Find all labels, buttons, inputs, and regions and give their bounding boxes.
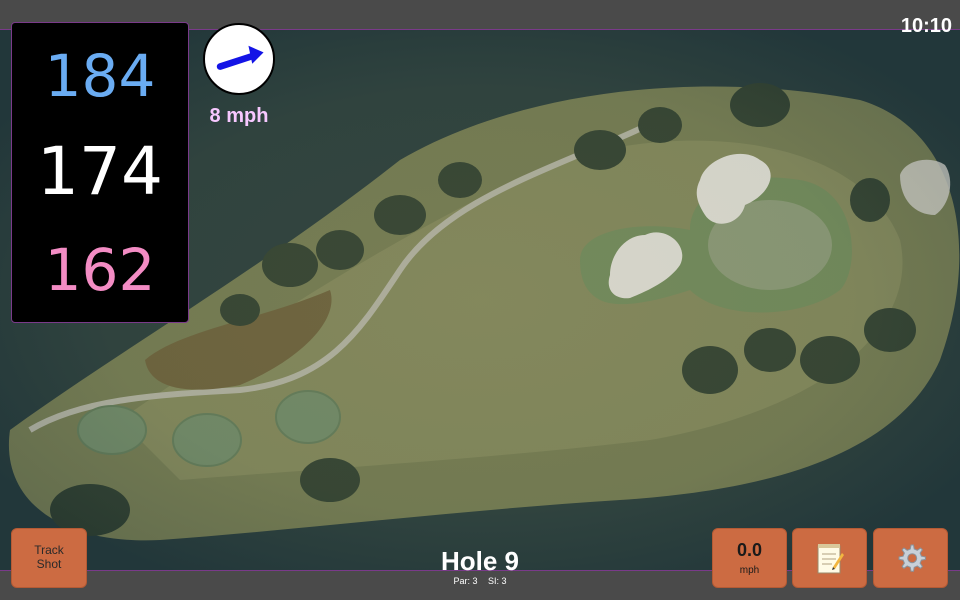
- track-shot-label-line1: Track: [34, 543, 64, 558]
- arrow-icon: [216, 45, 264, 70]
- gear-icon: [898, 544, 926, 572]
- wind-speed-label: 8 mph: [209, 105, 269, 127]
- settings-button[interactable]: [873, 528, 948, 588]
- golf-gps-screen: 10:10 184 174 162 8 mph Track Shot Hole …: [0, 0, 960, 600]
- wind-direction-dial[interactable]: [203, 23, 275, 95]
- middle-distance: 174: [37, 133, 163, 210]
- notepad-icon: [817, 544, 844, 574]
- track-shot-button[interactable]: Track Shot: [11, 528, 87, 588]
- back-distance: 184: [44, 42, 156, 110]
- speed-value: 0.0: [736, 540, 763, 560]
- par-label: Par: 3: [453, 576, 478, 586]
- distance-panel: 184 174 162: [11, 22, 189, 323]
- clock: 10:10: [900, 15, 952, 37]
- front-distance: 162: [44, 236, 156, 304]
- track-shot-label-line2: Shot: [36, 557, 62, 571]
- stroke-index-label: SI: 3: [488, 576, 507, 586]
- speed-button[interactable]: 0.0 mph: [712, 528, 787, 588]
- notes-button[interactable]: [792, 528, 867, 588]
- speed-unit: mph: [739, 565, 760, 576]
- hole-title: Hole 9: [440, 546, 520, 576]
- hole-meta: Par: 3 SI: 3: [380, 576, 580, 586]
